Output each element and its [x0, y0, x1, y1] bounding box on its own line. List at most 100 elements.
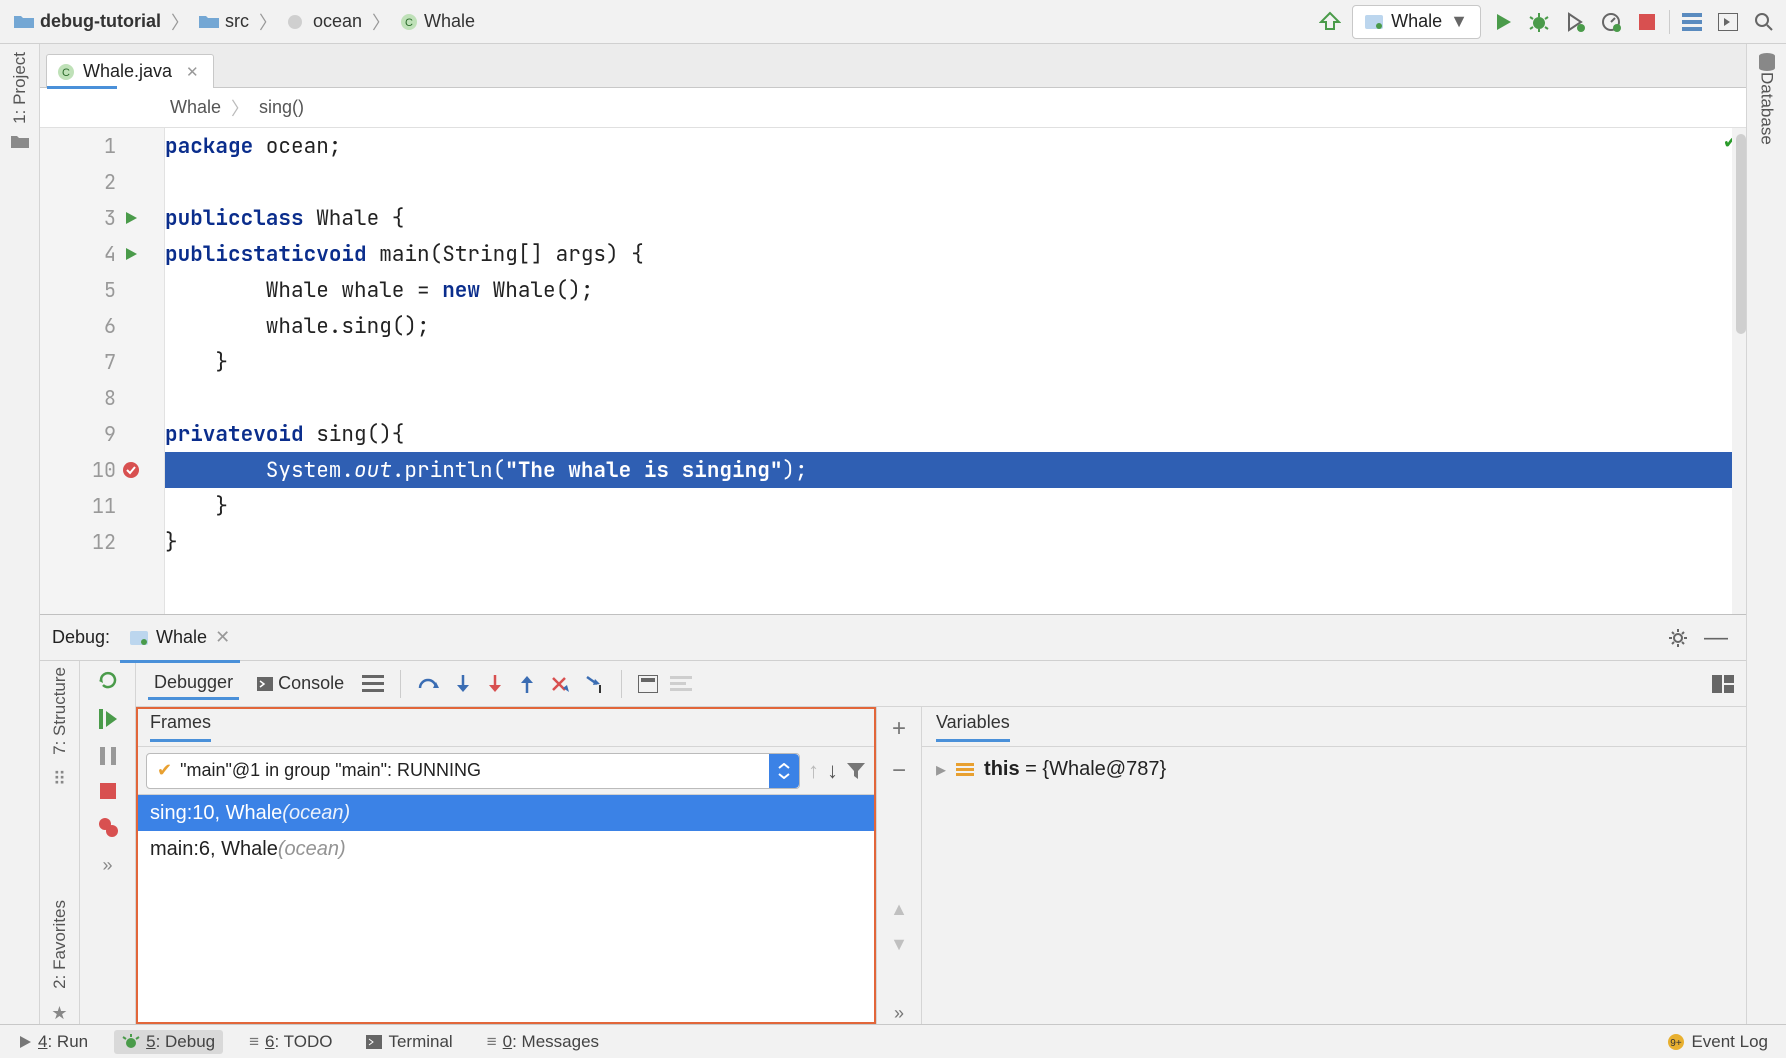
run-button[interactable] — [1489, 8, 1517, 36]
breakpoint-icon[interactable] — [122, 461, 140, 479]
line-number: 2 — [40, 164, 164, 200]
scrollbar-thumb[interactable] — [1736, 134, 1746, 334]
frames-panel: Frames ✔ "main"@1 in group "main": RUNNI… — [136, 707, 876, 1024]
line-number: 8 — [40, 380, 164, 416]
status-bar: 4: Run 5: Debug ≡ 6: TODO Terminal ≡ 0: … — [0, 1024, 1786, 1058]
status-run[interactable]: 4: Run — [10, 1030, 96, 1054]
code-editor[interactable]: ✔ 1 2 3 4 5 6 7 8 9 10 11 12 package oce… — [40, 128, 1746, 614]
frame-list: sing:10, Whale (ocean) main:6, Whale (oc… — [136, 795, 876, 1024]
structure-tool-button[interactable]: 7: Structure — [50, 667, 70, 755]
build-icon[interactable] — [1316, 8, 1344, 36]
variable-row[interactable]: ▸ this = {Whale@787} — [922, 747, 1746, 792]
drop-frame-icon[interactable] — [549, 674, 571, 694]
run-gutter-icon[interactable] — [124, 247, 138, 261]
class-icon: C — [400, 13, 418, 31]
editor-tab-whale[interactable]: C Whale.java ✕ — [46, 54, 214, 88]
breadcrumb-package[interactable]: ocean — [281, 11, 368, 32]
breadcrumb-class[interactable]: C Whale — [394, 11, 481, 32]
step-into-icon[interactable] — [453, 673, 473, 695]
debug-tool-window: Debug: Whale ✕ — 7: Structure ⠿ 2: Favor… — [40, 614, 1746, 1024]
object-icon — [956, 763, 974, 777]
expand-icon[interactable]: ▸ — [936, 757, 946, 782]
search-icon[interactable] — [1750, 8, 1778, 36]
coverage-button[interactable] — [1561, 8, 1589, 36]
minimize-icon[interactable]: — — [1698, 624, 1734, 652]
line-number: 10 — [40, 452, 164, 488]
line-number: 9 — [40, 416, 164, 452]
layout-icon[interactable] — [1712, 675, 1734, 693]
next-frame-icon[interactable]: ↓ — [827, 758, 838, 784]
frame-item[interactable]: sing:10, Whale (ocean) — [136, 795, 876, 831]
scrollbar-track[interactable] — [1732, 128, 1746, 614]
status-todo[interactable]: ≡ 6: TODO — [241, 1030, 340, 1054]
trace-icon[interactable] — [670, 676, 692, 692]
status-terminal[interactable]: Terminal — [358, 1030, 460, 1054]
context-method[interactable]: sing() — [259, 97, 304, 118]
run-configuration-select[interactable]: Whale ▼ — [1352, 5, 1481, 39]
line-number: 12 — [40, 524, 164, 560]
close-icon[interactable]: ✕ — [215, 627, 230, 648]
add-watch-icon[interactable]: + — [892, 715, 906, 743]
threads-icon[interactable] — [362, 675, 384, 693]
close-icon[interactable]: ✕ — [186, 63, 199, 81]
editor-tabs: C Whale.java ✕ — [40, 44, 1746, 88]
stop-button[interactable] — [1633, 8, 1661, 36]
stop-icon[interactable] — [100, 783, 116, 799]
status-messages[interactable]: ≡ 0: Messages — [479, 1030, 607, 1054]
database-tool-button[interactable]: Database — [1757, 72, 1777, 145]
pause-icon[interactable] — [100, 747, 116, 765]
evaluate-icon[interactable] — [638, 675, 658, 693]
force-step-into-icon[interactable] — [485, 673, 505, 695]
favorites-tool-button[interactable]: 2: Favorites — [50, 900, 70, 989]
more-icon[interactable]: » — [894, 1003, 904, 1024]
thread-label: "main"@1 in group "main": RUNNING — [180, 760, 481, 781]
up-icon[interactable]: ▲ — [890, 899, 908, 920]
profile-button[interactable] — [1597, 8, 1625, 36]
run-to-cursor-icon[interactable] — [583, 673, 605, 695]
line-number: 3 — [40, 200, 164, 236]
more-icon[interactable]: » — [102, 855, 112, 876]
status-event-log[interactable]: 9+ Event Log — [1659, 1030, 1776, 1054]
run-gutter-icon[interactable] — [124, 211, 138, 225]
dropdown-caret-icon[interactable] — [769, 754, 799, 788]
debug-button[interactable] — [1525, 8, 1553, 36]
tab-debugger[interactable]: Debugger — [148, 668, 239, 700]
step-over-icon[interactable] — [417, 674, 441, 694]
check-icon: ✔ — [157, 760, 172, 781]
thread-select[interactable]: ✔ "main"@1 in group "main": RUNNING — [146, 753, 800, 789]
debug-session-tab[interactable]: Whale ✕ — [120, 621, 240, 654]
breadcrumb-project[interactable]: debug-tutorial — [8, 11, 167, 32]
project-structure-icon[interactable] — [1678, 8, 1706, 36]
package-icon — [287, 14, 307, 30]
rerun-icon[interactable] — [97, 669, 119, 691]
debug-action-column: » — [80, 661, 136, 1024]
prev-frame-icon[interactable]: ↑ — [808, 758, 819, 784]
breadcrumb-src[interactable]: src — [193, 11, 255, 32]
project-tool-button[interactable]: 1: Project — [10, 52, 30, 124]
down-icon[interactable]: ▼ — [890, 934, 908, 955]
svg-text:9+: 9+ — [1671, 1038, 1683, 1049]
bug-icon — [122, 1033, 140, 1051]
breakpoints-icon[interactable] — [98, 817, 118, 837]
code-area[interactable]: package ocean; public class Whale { publ… — [165, 128, 1746, 614]
toolbar-actions: Whale ▼ — [1316, 5, 1778, 39]
run-anything-icon[interactable] — [1714, 8, 1742, 36]
gear-icon[interactable] — [1668, 628, 1688, 648]
status-debug[interactable]: 5: Debug — [114, 1030, 223, 1054]
dropdown-icon: ▼ — [1450, 11, 1468, 32]
tab-console[interactable]: Console — [251, 669, 350, 698]
variable-value: = {Whale@787} — [1020, 758, 1167, 780]
context-class[interactable]: Whale — [170, 97, 221, 118]
step-out-icon[interactable] — [517, 673, 537, 695]
folder-icon — [14, 14, 34, 30]
remove-watch-icon[interactable]: − — [892, 757, 906, 785]
variables-panel: Variables ▸ this = {Whale@787} — [922, 707, 1746, 1024]
resume-icon[interactable] — [99, 709, 117, 729]
application-icon — [1365, 15, 1383, 29]
filter-icon[interactable] — [846, 762, 866, 780]
editor-context-bar: Whale 〉 sing() — [40, 88, 1746, 128]
list-icon: ≡ — [487, 1032, 497, 1052]
frame-item[interactable]: main:6, Whale (ocean) — [136, 831, 876, 867]
chevron-right-icon: 〉 — [231, 95, 249, 121]
chevron-right-icon: 〉 — [167, 9, 193, 35]
